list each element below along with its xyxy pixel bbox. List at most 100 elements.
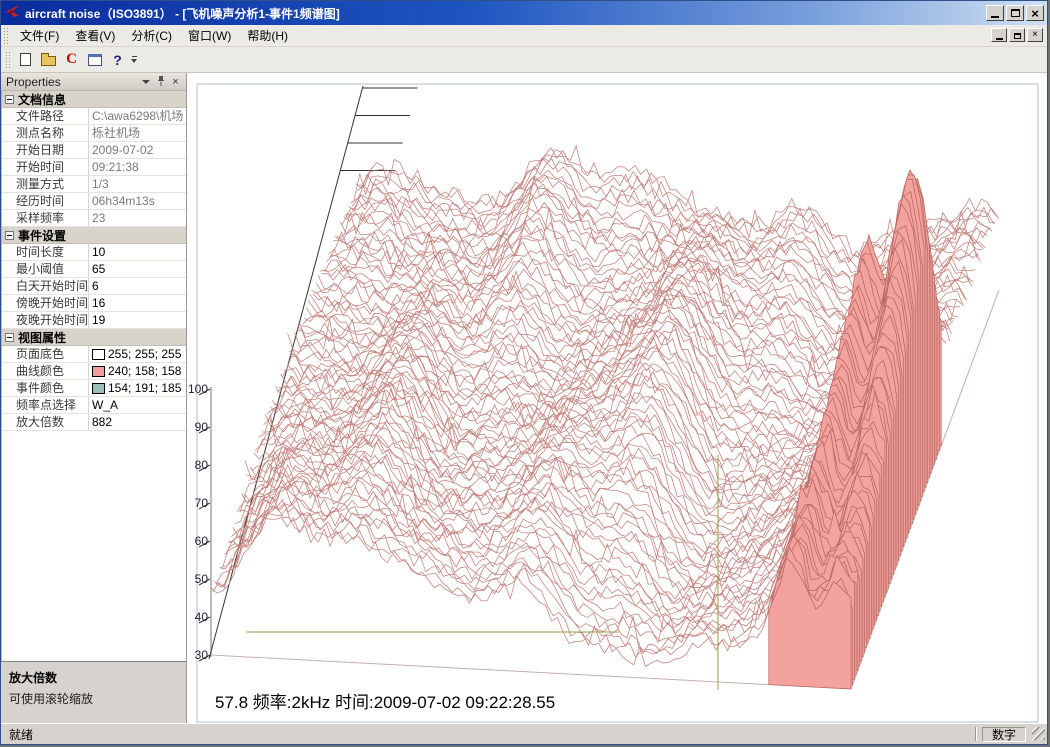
mdi-restore-button[interactable] — [1009, 28, 1025, 42]
property-value[interactable]: 06h34m13s — [89, 193, 186, 209]
statusbar-separator — [975, 727, 977, 741]
close-icon: × — [172, 76, 178, 88]
properties-panel-header[interactable]: Properties × — [1, 73, 186, 91]
db-tick-label: 80 — [195, 458, 209, 472]
titlebar[interactable]: aircraft noise（ISO3891） - [飞机噪声分析1-事件1频谱… — [1, 1, 1047, 25]
section-header-doc-info[interactable]: 文档信息 — [2, 91, 186, 108]
collapse-minus-icon[interactable] — [5, 333, 14, 342]
toolbar: C ? — [1, 47, 1047, 73]
property-value-text: 240; 158; 158 — [108, 363, 181, 379]
status-ready-text: 就绪 — [1, 726, 975, 743]
new-document-button[interactable] — [14, 49, 37, 71]
db-tick-label: 50 — [195, 572, 209, 586]
property-value[interactable]: 240; 158; 158 — [89, 363, 186, 379]
property-value[interactable]: 255; 255; 255 — [89, 346, 186, 362]
question-mark-icon: ? — [113, 52, 122, 68]
menu-analysis[interactable]: 分析(C) — [123, 24, 180, 47]
panel-menu-button[interactable] — [138, 75, 153, 89]
collapse-minus-icon[interactable] — [5, 231, 14, 240]
property-label: 放大倍数 — [2, 414, 89, 430]
close-icon: × — [1031, 7, 1039, 20]
property-help-title: 放大倍数 — [9, 669, 178, 686]
menu-window[interactable]: 窗口(W) — [180, 24, 239, 47]
property-value[interactable]: 栎社机场 — [89, 125, 186, 141]
property-label: 页面底色 — [2, 346, 89, 362]
property-row: 采样频率23 — [2, 210, 186, 227]
property-value-text: 6 — [92, 278, 99, 294]
menu-view[interactable]: 查看(V) — [67, 24, 123, 47]
statusbar: 就绪 数字 — [1, 723, 1047, 744]
property-value[interactable]: 10 — [89, 244, 186, 260]
resize-grip[interactable] — [1032, 727, 1045, 740]
property-row: 测点名称栎社机场 — [2, 125, 186, 142]
menu-help[interactable]: 帮助(H) — [239, 24, 296, 47]
property-value[interactable]: 09:21:38 — [89, 159, 186, 175]
property-label: 测点名称 — [2, 125, 89, 141]
panel-pin-button[interactable] — [153, 75, 168, 89]
collapse-minus-icon[interactable] — [5, 95, 14, 104]
property-value[interactable]: 1/3 — [89, 176, 186, 192]
property-value[interactable]: 65 — [89, 261, 186, 277]
open-file-button[interactable] — [37, 49, 60, 71]
db-tick-label: 100 — [188, 382, 208, 396]
property-value[interactable]: 882 — [89, 414, 186, 430]
menu-file[interactable]: 文件(F) — [12, 24, 67, 47]
property-row: 页面底色 255; 255; 255 — [2, 346, 186, 363]
section-title: 文档信息 — [18, 91, 66, 108]
property-value-text: 23 — [92, 210, 105, 226]
property-value-text: 255; 255; 255 — [108, 346, 181, 362]
property-help-box: 放大倍数 可使用滚轮缩放 — [1, 661, 186, 723]
cursor-readout: 57.8 频率:2kHz 时间:2009-07-02 09:22:28.55 — [215, 688, 555, 713]
property-value[interactable]: 19 — [89, 312, 186, 328]
mdi-close-button[interactable]: × — [1027, 28, 1043, 42]
property-row: 经历时间06h34m13s — [2, 193, 186, 210]
menubar-grip[interactable] — [4, 28, 8, 44]
property-value[interactable]: W_A — [89, 397, 186, 413]
property-value[interactable]: 23 — [89, 210, 186, 226]
close-icon: × — [1032, 30, 1038, 40]
minimize-button[interactable] — [986, 5, 1004, 21]
property-label: 采样频率 — [2, 210, 89, 226]
property-value-text: 1/3 — [92, 176, 109, 192]
db-tick-label: 70 — [195, 496, 209, 510]
property-label: 频率点选择 — [2, 397, 89, 413]
property-grid: 文档信息文件路径C:\awa6298\机场测点名称栎社机场开始日期2009-07… — [1, 91, 186, 661]
property-value[interactable]: 2009-07-02 — [89, 142, 186, 158]
mdi-minimize-button[interactable] — [991, 28, 1007, 42]
property-row: 频率点选择W_A — [2, 397, 186, 414]
property-value-text: 10 — [92, 244, 105, 260]
minimize-icon — [996, 38, 1003, 40]
property-value[interactable]: C:\awa6298\机场 — [89, 108, 186, 124]
property-value[interactable]: 154; 191; 185 — [89, 380, 186, 396]
property-value[interactable]: 6 — [89, 278, 186, 294]
db-tick-label: 60 — [195, 534, 209, 548]
properties-panel-title: Properties — [6, 75, 138, 89]
section-header-event-settings[interactable]: 事件设置 — [2, 227, 186, 244]
property-label: 事件颜色 — [2, 380, 89, 396]
property-value[interactable]: 16 — [89, 295, 186, 311]
help-button[interactable]: ? — [106, 49, 129, 71]
close-button[interactable]: × — [1026, 5, 1044, 21]
window-title: aircraft noise（ISO3891） - [飞机噪声分析1-事件1频谱… — [25, 5, 340, 22]
property-value-text: W_A — [92, 397, 118, 413]
property-row: 文件路径C:\awa6298\机场 — [2, 108, 186, 125]
red-c-icon: C — [66, 51, 77, 68]
property-row: 最小阈值65 — [2, 261, 186, 278]
panel-close-button[interactable]: × — [168, 75, 183, 89]
toolbar-overflow-button[interactable] — [131, 56, 137, 63]
maximize-button[interactable] — [1006, 5, 1024, 21]
section-header-view-props[interactable]: 视图属性 — [2, 329, 186, 346]
toolbar-grip[interactable] — [6, 52, 10, 68]
spectrogram-3d-plot[interactable]: 10090807060504030 — [187, 73, 1048, 725]
color-swatch — [92, 349, 105, 360]
property-label: 傍晚开始时间 — [2, 295, 89, 311]
properties-button[interactable] — [83, 49, 106, 71]
minimize-icon — [991, 16, 999, 18]
app-airplane-icon — [5, 3, 20, 23]
property-row: 傍晚开始时间16 — [2, 295, 186, 312]
calculate-button[interactable]: C — [60, 49, 83, 71]
property-label: 测量方式 — [2, 176, 89, 192]
section-title: 事件设置 — [18, 227, 66, 244]
open-folder-icon — [41, 56, 56, 66]
db-tick-label: 30 — [195, 648, 209, 662]
